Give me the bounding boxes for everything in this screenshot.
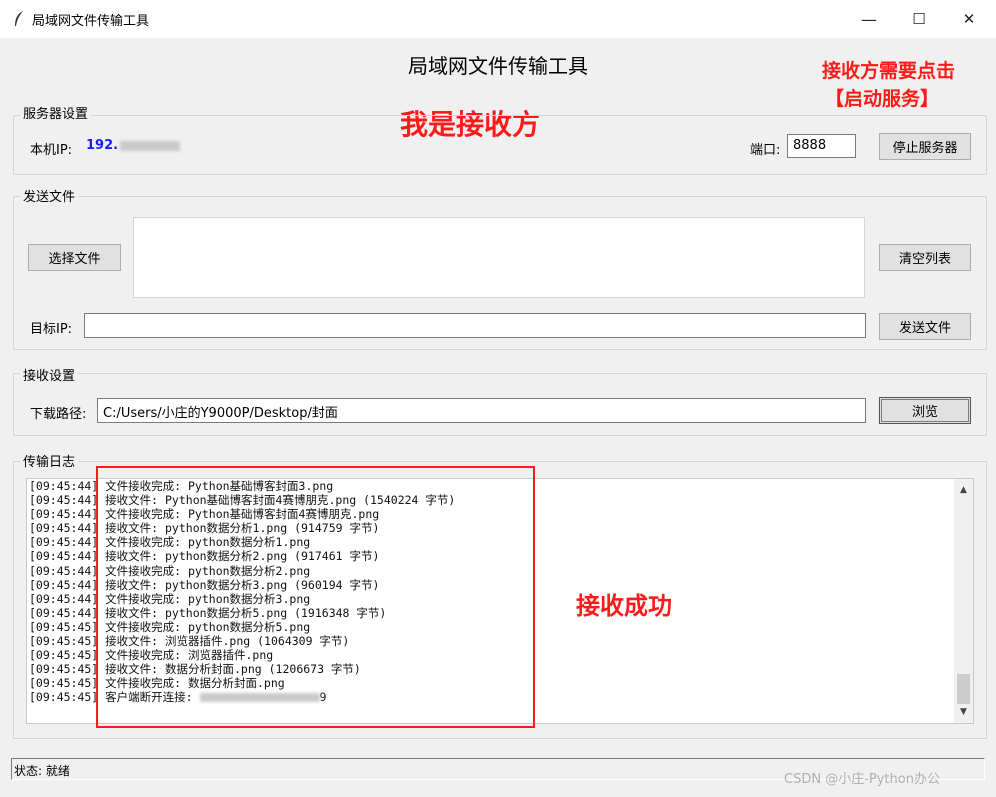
receiver-hint-line2: 【启动服务】 — [825, 88, 940, 110]
transfer-log-label: 传输日志 — [20, 451, 79, 470]
scroll-thumb[interactable] — [957, 674, 970, 704]
receiver-hint-line1: 接收方需要点击 — [822, 60, 956, 82]
maximize-button[interactable]: ☐ — [896, 0, 942, 38]
minimize-button[interactable]: — — [846, 0, 892, 38]
choose-file-button[interactable]: 选择文件 — [28, 244, 121, 271]
local-ip-value: 192. — [86, 138, 181, 153]
watermark: CSDN @小庄-Python办公 — [784, 772, 940, 787]
port-label: 端口: — [750, 143, 781, 158]
target-ip-input[interactable] — [84, 313, 866, 338]
stop-server-button[interactable]: 停止服务器 — [879, 133, 971, 160]
port-input[interactable]: 8888 — [787, 134, 856, 158]
window-title: 局域网文件传输工具 — [32, 14, 150, 29]
file-listbox[interactable] — [133, 217, 865, 298]
close-button[interactable]: ✕ — [946, 0, 992, 38]
receive-settings-label: 接收设置 — [20, 365, 79, 384]
clear-list-button[interactable]: 清空列表 — [879, 244, 971, 271]
feather-icon — [15, 11, 23, 26]
server-settings-label: 服务器设置 — [20, 103, 92, 122]
log-scrollbar[interactable]: ▲ ▼ — [954, 479, 973, 723]
send-file-button[interactable]: 发送文件 — [879, 313, 971, 340]
scroll-up-icon[interactable]: ▲ — [954, 485, 973, 495]
download-path-label: 下载路径: — [30, 407, 87, 422]
scroll-down-icon[interactable]: ▼ — [954, 707, 973, 717]
browse-button[interactable]: 浏览 — [879, 397, 971, 424]
send-files-label: 发送文件 — [20, 186, 79, 205]
receive-success-annotation: 接收成功 — [576, 592, 672, 620]
local-ip-label: 本机IP: — [30, 143, 73, 158]
target-ip-label: 目标IP: — [30, 322, 73, 337]
status-text: 状态: 就绪 — [14, 764, 70, 778]
highlight-box — [96, 466, 535, 728]
download-path-input[interactable]: C:/Users/小庄的Y9000P/Desktop/封面 — [97, 398, 866, 423]
